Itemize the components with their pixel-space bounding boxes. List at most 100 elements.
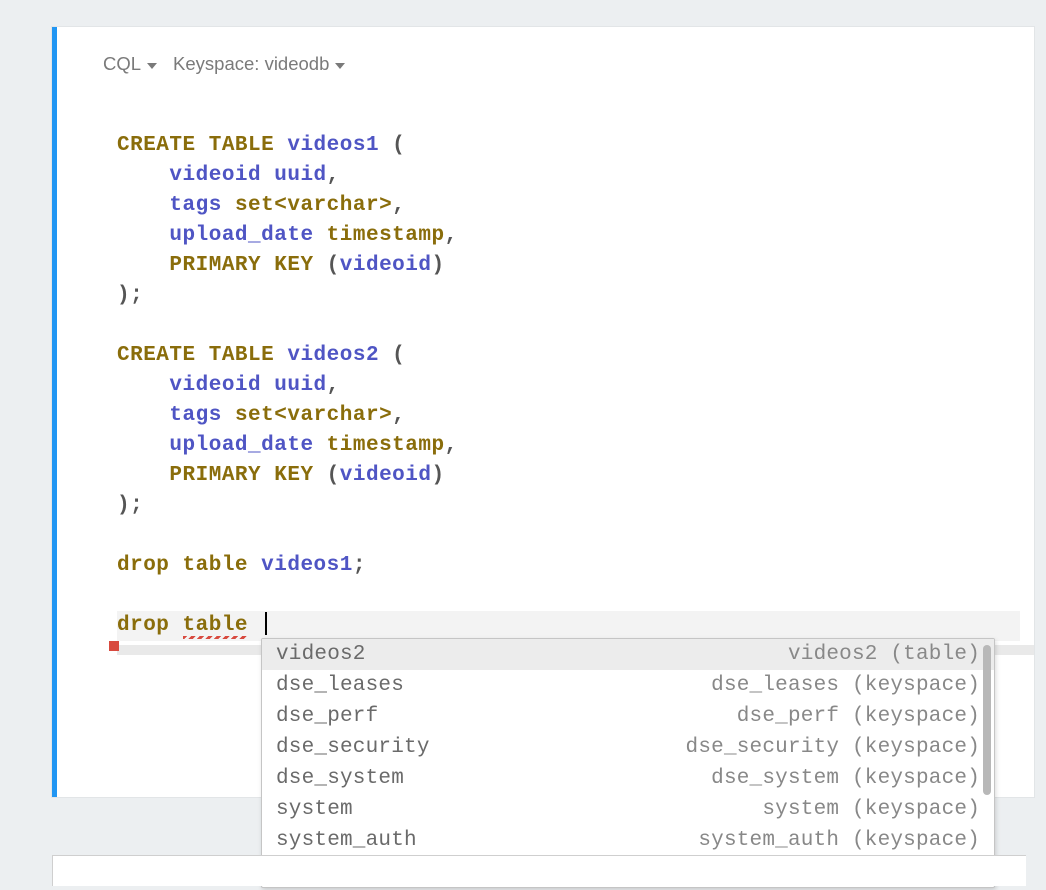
scrollbar-thumb[interactable] xyxy=(983,645,991,795)
code-line[interactable]: upload_date timestamp, xyxy=(117,221,1020,251)
code-token xyxy=(117,434,169,457)
code-token: , xyxy=(445,434,458,457)
language-mode-label: CQL xyxy=(103,53,141,75)
code-token: < xyxy=(274,194,287,217)
code-line[interactable]: CREATE TABLE videos2 ( xyxy=(117,341,1020,371)
code-line[interactable] xyxy=(117,311,1020,341)
code-token xyxy=(274,344,287,367)
code-line[interactable]: PRIMARY KEY (videoid) xyxy=(117,251,1020,281)
autocomplete-item-kind: dse_perf (keyspace) xyxy=(737,701,980,732)
autocomplete-item[interactable]: system_authsystem_auth (keyspace) xyxy=(262,825,994,856)
code-token: ( xyxy=(379,134,405,157)
code-token xyxy=(314,434,327,457)
code-line[interactable] xyxy=(117,581,1020,611)
code-token: videos1 xyxy=(287,134,379,157)
text-cursor xyxy=(265,612,267,635)
code-token: table xyxy=(183,614,249,637)
code-token: , xyxy=(445,224,458,247)
code-token: ) xyxy=(431,254,444,277)
chevron-down-icon xyxy=(335,63,345,69)
code-token: ( xyxy=(379,344,405,367)
code-token xyxy=(117,404,169,427)
code-line[interactable]: videoid uuid, xyxy=(117,161,1020,191)
autocomplete-item[interactable]: videos2videos2 (table) xyxy=(262,639,994,670)
code-line[interactable]: ); xyxy=(117,491,1020,521)
autocomplete-item[interactable]: dse_leases dse_leases (keyspace) xyxy=(262,670,994,701)
code-token: videoid xyxy=(169,374,261,397)
autocomplete-item-name: system_auth xyxy=(276,825,417,856)
code-token: < xyxy=(274,404,287,427)
code-token: > xyxy=(379,194,392,217)
code-token xyxy=(248,554,261,577)
code-token: tags xyxy=(169,404,221,427)
code-token: set xyxy=(235,404,274,427)
code-line[interactable]: drop table videos1; xyxy=(117,551,1020,581)
code-token: CREATE TABLE xyxy=(117,344,274,367)
keyspace-dropdown[interactable]: Keyspace: videodb xyxy=(173,53,345,75)
code-line[interactable]: PRIMARY KEY (videoid) xyxy=(117,461,1020,491)
code-token xyxy=(248,614,261,637)
code-token: upload_date xyxy=(169,434,313,457)
autocomplete-item[interactable]: dse_perf dse_perf (keyspace) xyxy=(262,701,994,732)
code-token: ( xyxy=(314,254,340,277)
code-token: timestamp xyxy=(327,434,445,457)
code-token: PRIMARY KEY xyxy=(169,254,313,277)
autocomplete-item-name: system xyxy=(276,794,353,825)
code-token: varchar xyxy=(287,194,379,217)
autocomplete-item[interactable]: dse_security dse_security (keyspace) xyxy=(262,732,994,763)
code-token: ) xyxy=(431,464,444,487)
code-token xyxy=(117,224,169,247)
code-line-current[interactable]: drop table xyxy=(117,611,1020,641)
code-token xyxy=(117,194,169,217)
code-token: , xyxy=(327,164,340,187)
code-token: tags xyxy=(169,194,221,217)
autocomplete-item-kind: dse_security (keyspace) xyxy=(686,732,980,763)
code-line[interactable]: videoid uuid, xyxy=(117,371,1020,401)
autocomplete-item-name: dse_perf xyxy=(276,701,378,732)
code-token: uuid xyxy=(274,164,326,187)
autocomplete-item-kind: videos2 (table) xyxy=(788,639,980,670)
keyspace-label: Keyspace: videodb xyxy=(173,53,329,75)
code-line[interactable] xyxy=(117,521,1020,551)
code-token: videos1 xyxy=(261,554,353,577)
code-token xyxy=(261,374,274,397)
code-token: ); xyxy=(117,284,143,307)
autocomplete-item-kind: dse_leases (keyspace) xyxy=(711,670,980,701)
code-token: videoid xyxy=(340,464,432,487)
code-line[interactable]: ); xyxy=(117,281,1020,311)
code-token: upload_date xyxy=(169,224,313,247)
code-token xyxy=(117,524,130,547)
code-token: , xyxy=(327,374,340,397)
autocomplete-item[interactable]: system system (keyspace) xyxy=(262,794,994,825)
code-token xyxy=(117,374,169,397)
code-token: PRIMARY KEY xyxy=(169,464,313,487)
autocomplete-item-name: dse_security xyxy=(276,732,430,763)
code-line[interactable]: CREATE TABLE videos1 ( xyxy=(117,131,1020,161)
code-token: timestamp xyxy=(327,224,445,247)
code-token: drop table xyxy=(117,554,248,577)
code-token xyxy=(222,194,235,217)
code-editor[interactable]: CREATE TABLE videos1 ( videoid uuid, tag… xyxy=(57,131,1034,641)
code-token: videoid xyxy=(169,164,261,187)
code-token: videos2 xyxy=(287,344,379,367)
error-gutter-marker[interactable] xyxy=(109,641,119,651)
code-token: > xyxy=(379,404,392,427)
code-token xyxy=(117,584,130,607)
autocomplete-popup[interactable]: videos2videos2 (table)dse_leasesdse_leas… xyxy=(261,638,995,888)
code-token xyxy=(222,404,235,427)
bottom-panel xyxy=(52,855,1026,886)
autocomplete-item[interactable]: dse_systemdse_system (keyspace) xyxy=(262,763,994,794)
code-token xyxy=(274,134,287,157)
code-line[interactable]: tags set<varchar>, xyxy=(117,191,1020,221)
code-token: videoid xyxy=(340,254,432,277)
autocomplete-item-kind: system (keyspace) xyxy=(762,794,980,825)
autocomplete-item-kind: dse_system (keyspace) xyxy=(711,763,980,794)
code-token: CREATE TABLE xyxy=(117,134,274,157)
code-line[interactable]: tags set<varchar>, xyxy=(117,401,1020,431)
code-token xyxy=(117,314,130,337)
code-token xyxy=(117,464,169,487)
autocomplete-item-name: dse_leases xyxy=(276,670,404,701)
language-mode-dropdown[interactable]: CQL xyxy=(103,53,157,75)
code-line[interactable]: upload_date timestamp, xyxy=(117,431,1020,461)
code-token xyxy=(117,254,169,277)
